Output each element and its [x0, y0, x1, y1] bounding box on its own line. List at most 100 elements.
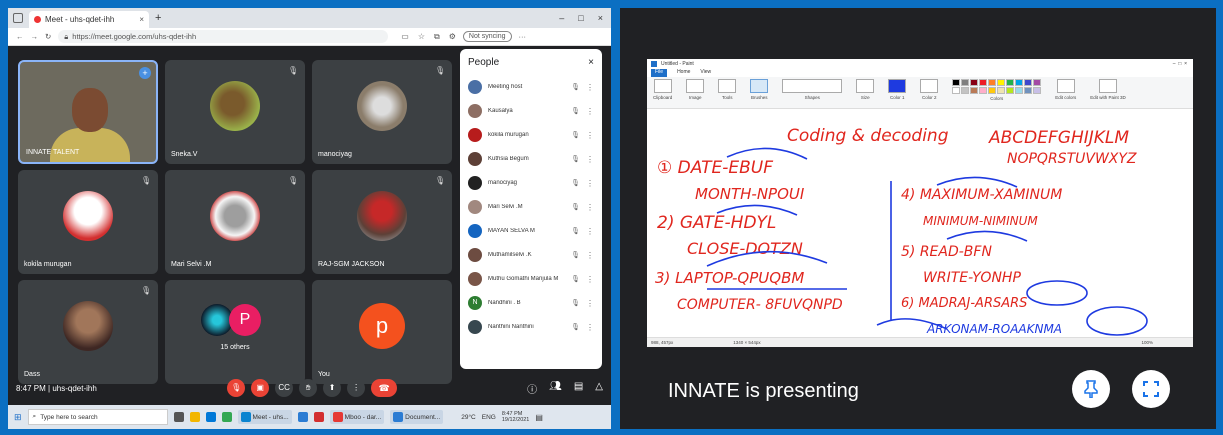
ribbon-colors[interactable]: Colors: [952, 79, 1042, 101]
taskbar-search-input[interactable]: ⌕ Type here to search: [27, 409, 168, 425]
file-explorer-icon[interactable]: [189, 412, 200, 422]
chrome-icon[interactable]: [221, 412, 232, 422]
url-input[interactable]: 🔒︎ https://meet.google.com/uhs-qdet-ihh: [58, 30, 389, 43]
minimize-button[interactable]: –: [559, 13, 564, 23]
tab-close-icon[interactable]: ×: [139, 15, 144, 24]
color-swatch[interactable]: [979, 87, 988, 94]
color-swatch[interactable]: [1006, 79, 1015, 86]
ribbon-tools[interactable]: Tools: [718, 79, 737, 100]
pin-icon[interactable]: +: [139, 67, 151, 79]
favorite-icon[interactable]: ☆: [418, 32, 425, 42]
color-swatch[interactable]: [997, 87, 1006, 94]
paint-menu-view[interactable]: View: [700, 69, 711, 77]
more-icon[interactable]: ⋮: [586, 299, 594, 308]
back-icon[interactable]: ←: [16, 32, 24, 41]
video-tile-others[interactable]: P 15 others: [165, 280, 305, 384]
video-tile[interactable]: 🎙︎ Dass: [18, 280, 158, 384]
color-swatch[interactable]: [979, 79, 988, 86]
more-icon[interactable]: ⋮: [586, 227, 594, 236]
camera-icon[interactable]: ▭: [401, 32, 409, 42]
camera-off-button[interactable]: ▣: [251, 379, 270, 397]
video-tile[interactable]: 🎙︎ RAJ-SGM JACKSON: [312, 170, 452, 274]
vlc-icon[interactable]: [313, 412, 324, 422]
people-list-item[interactable]: Muthamilselvi .K 🎙︎ ⋮: [460, 243, 602, 267]
present-button[interactable]: ⬆: [323, 379, 342, 397]
zoom-level[interactable]: 100%: [1141, 340, 1193, 345]
ribbon-image[interactable]: Image: [686, 79, 705, 100]
taskbar-app-mboo[interactable]: Mboo - dar...: [329, 410, 385, 424]
activities-icon[interactable]: △: [595, 381, 603, 396]
color-swatch[interactable]: [970, 87, 979, 94]
word-icon[interactable]: [297, 412, 308, 422]
people-list-item[interactable]: Mari Selvi .M 🎙︎ ⋮: [460, 195, 602, 219]
people-list-item[interactable]: MAYAN SELVA M 🎙︎ ⋮: [460, 219, 602, 243]
tab-actions-icon[interactable]: [13, 13, 23, 23]
people-list-item[interactable]: Muthu Gomathi Manjula M 🎙︎ ⋮: [460, 267, 602, 291]
extensions-icon[interactable]: ⚙: [449, 32, 456, 42]
taskbar-app-document[interactable]: Document...: [390, 410, 444, 424]
color-swatch[interactable]: [952, 87, 961, 94]
color-swatch[interactable]: [988, 87, 997, 94]
color-swatch[interactable]: [1015, 79, 1024, 86]
more-icon[interactable]: ⋮: [586, 131, 594, 140]
close-icon[interactable]: ×: [588, 57, 594, 68]
start-icon[interactable]: ⊞: [14, 412, 22, 423]
ribbon-paint3d[interactable]: Edit with Paint 3D: [1090, 79, 1126, 100]
task-view-icon[interactable]: [173, 412, 184, 422]
store-icon[interactable]: [205, 412, 216, 422]
color-swatch[interactable]: [1015, 87, 1024, 94]
color-swatch[interactable]: [997, 79, 1006, 86]
sync-button[interactable]: Not syncing: [462, 31, 512, 42]
video-tile-main[interactable]: + INNATE TALENT: [18, 60, 158, 164]
paint-window-controls[interactable]: – □ ×: [1173, 61, 1193, 67]
more-icon[interactable]: ⋮: [586, 323, 594, 332]
paint-menu-home[interactable]: Home: [677, 69, 690, 77]
chat-icon[interactable]: ▤: [574, 381, 583, 396]
more-icon[interactable]: ···: [519, 32, 527, 41]
video-tile[interactable]: 🎙︎ Mari Selvi .M: [165, 170, 305, 274]
color-swatch[interactable]: [1006, 87, 1015, 94]
people-list-item[interactable]: Nanthini Nanthini 🎙︎ ⋮: [460, 315, 602, 339]
paint-menu-file[interactable]: File: [651, 69, 668, 77]
people-list-item[interactable]: Meeting host 🎙︎ ⋮: [460, 75, 602, 99]
more-icon[interactable]: ⋮: [586, 179, 594, 188]
more-icon[interactable]: ⋮: [586, 251, 594, 260]
raise-hand-button[interactable]: ✋︎: [299, 379, 318, 397]
collections-icon[interactable]: ⧉: [434, 32, 440, 42]
more-options-button[interactable]: ⋮: [347, 379, 366, 397]
ribbon-color1[interactable]: Color 1: [888, 79, 907, 100]
color-swatch[interactable]: [1024, 87, 1033, 94]
color-swatch[interactable]: [1033, 79, 1042, 86]
ribbon-clipboard[interactable]: Clipboard: [653, 79, 672, 100]
ribbon-brushes[interactable]: Brushes: [750, 79, 769, 100]
video-tile[interactable]: 🎙︎ kokila murugan: [18, 170, 158, 274]
people-list-item[interactable]: Kuthsia Begum 🎙︎ ⋮: [460, 147, 602, 171]
more-icon[interactable]: ⋮: [586, 83, 594, 92]
info-icon[interactable]: ⓘ: [527, 381, 537, 396]
color-swatch[interactable]: [970, 79, 979, 86]
end-call-button[interactable]: ☎: [371, 379, 398, 397]
more-icon[interactable]: ⋮: [586, 155, 594, 164]
people-icon[interactable]: 👥︎: [549, 381, 562, 396]
color-swatch[interactable]: [961, 79, 970, 86]
more-icon[interactable]: ⋮: [586, 107, 594, 116]
refresh-icon[interactable]: ↻: [45, 32, 51, 41]
tab-meet[interactable]: Meet - uhs-qdet-ihh ×: [29, 11, 149, 28]
maximize-button[interactable]: □: [578, 13, 583, 23]
color-swatch[interactable]: [961, 87, 970, 94]
clock[interactable]: 8:47 PM 19/12/2021: [502, 411, 530, 423]
color-swatch[interactable]: [1033, 87, 1042, 94]
people-list-item[interactable]: manociyag 🎙︎ ⋮: [460, 171, 602, 195]
people-list-item[interactable]: N Nandhini . B 🎙︎ ⋮: [460, 291, 602, 315]
people-list-item[interactable]: kokila murugan 🎙︎ ⋮: [460, 123, 602, 147]
pin-presentation-button[interactable]: [1072, 370, 1110, 408]
people-list-item[interactable]: Kausalya 🎙︎ ⋮: [460, 99, 602, 123]
close-window-button[interactable]: ×: [598, 13, 603, 23]
new-tab-button[interactable]: +: [155, 12, 161, 24]
paint-canvas[interactable]: Coding & decoding ABCDEFGHIJKLM NOPQRSTU…: [647, 111, 1193, 337]
taskbar-app-meet[interactable]: Meet - uhs...: [237, 410, 292, 424]
notifications-icon[interactable]: ▤: [535, 413, 543, 422]
mic-off-button[interactable]: 🎙︎: [227, 379, 246, 397]
ribbon-color2[interactable]: Color 2: [920, 79, 939, 100]
forward-icon[interactable]: →: [31, 32, 39, 41]
